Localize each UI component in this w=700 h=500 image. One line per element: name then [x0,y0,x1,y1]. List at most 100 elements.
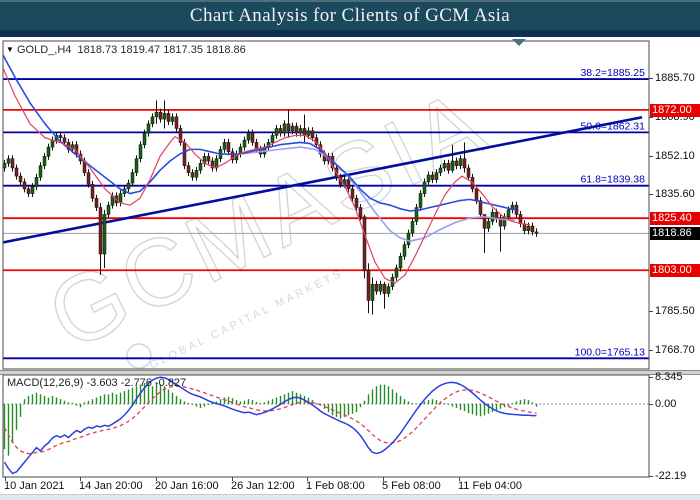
candle-body [95,198,98,207]
candle-body [103,214,106,254]
symbol-name: GOLD_,H4 [17,44,71,56]
ohlc-open: 1818.73 [78,44,118,56]
candle-body [531,226,534,232]
candle-body [227,142,230,151]
price-tick-mark [649,311,653,312]
candle-body [139,145,142,159]
candle-body [187,166,190,173]
macd-tick-label: 8.345 [655,371,683,383]
candle-body [487,221,490,228]
price-tick-mark [649,194,653,195]
candle-body [347,180,350,189]
candle-body [99,208,102,255]
time-tick-label: 10 Jan 2021 [4,480,65,492]
candle-body [35,177,38,186]
price-tick-label: 1885.70 [655,72,695,84]
macd-tick-mark [649,404,653,405]
candle-body [247,133,250,140]
price-tick-mark [649,78,653,79]
symbol-dropdown-icon[interactable]: ▼ [6,45,14,54]
candle-body [159,112,162,119]
candle-body [455,161,458,166]
candle-body [475,189,478,201]
macd-tick-label: -22.19 [655,470,686,482]
time-tick-label: 11 Feb 04:00 [458,480,522,492]
macd-tick-mark [649,476,653,477]
candle-body [443,163,446,168]
price-tick-label: 1835.60 [655,188,695,200]
candle-body [155,112,158,117]
candle-body [411,221,414,233]
candle-body [519,214,522,223]
candle-body [47,147,50,156]
macd-panel-frame [3,375,649,477]
candle-body [491,212,494,221]
candle-body [243,140,246,147]
candle-body [383,284,386,293]
candle-body [39,166,42,178]
ohlc-high: 1819.47 [120,44,160,56]
macd-values: -3.603 -2.776 -0.827 [86,377,186,389]
price-tick-label: 1785.50 [655,305,695,317]
macd-indicator-label: MACD(12,26,9) -3.603 -2.776 -0.827 [7,377,186,389]
candle-body [15,168,18,176]
price-tick-label: 1768.70 [655,344,695,356]
candle-body [535,232,538,233]
candle-body [7,159,10,164]
bottom-strip [0,494,700,500]
fib-label: 100.0=1765.13 [575,346,646,358]
chart-canvas[interactable]: GCMASIAGLOBAL CAPITAL MARKETS38.2=1885.2… [0,0,700,500]
candle-body [467,168,470,177]
candle-body [291,126,294,131]
candle-body [287,124,290,131]
price-tick-mark [649,156,653,157]
candle-body [459,159,462,166]
macd-tick-label: 0.00 [655,398,676,410]
candle-body [407,233,410,245]
candle-body [279,128,282,133]
candle-body [275,128,278,135]
price-badge-red: 1803.00 [650,264,700,277]
fib-label: 61.8=1839.38 [580,174,645,186]
candle-body [131,173,134,183]
candle-body [379,284,382,291]
panel-separator[interactable] [0,370,700,375]
candle-body [63,138,66,143]
candle-body [395,268,398,277]
candle-body [199,163,202,170]
price-tick-label: 1852.10 [655,150,695,162]
candle-body [419,194,422,208]
candle-body [195,170,198,177]
candle-body [423,182,426,194]
candle-body [191,173,194,178]
candle-body [167,113,170,121]
candle-body [107,205,110,214]
candle-body [371,284,374,300]
candle-body [119,194,122,203]
candle-body [451,161,454,170]
price-tick-mark [649,350,653,351]
candle-body [299,128,302,133]
candle-body [51,140,54,147]
candle-body [435,173,438,180]
ohlc-close: 1818.86 [206,44,246,56]
candle-body [359,208,362,217]
candle-body [527,226,530,231]
candle-body [223,142,226,149]
candle-body [143,133,146,145]
candle-body [19,176,22,182]
candle-body [183,142,186,165]
time-tick-label: 14 Jan 20:00 [79,480,143,492]
current-price-badge: 1818.86 [650,227,700,240]
candle-body [375,284,378,291]
candle-body [311,131,314,138]
candle-body [251,133,254,142]
candle-body [387,287,390,294]
candle-body [171,117,174,122]
candle-body [207,156,210,161]
candle-body [91,184,94,198]
candle-body [151,117,154,124]
price-badge-red: 1825.40 [650,212,700,225]
candle-body [147,124,150,133]
candle-body [87,173,90,185]
